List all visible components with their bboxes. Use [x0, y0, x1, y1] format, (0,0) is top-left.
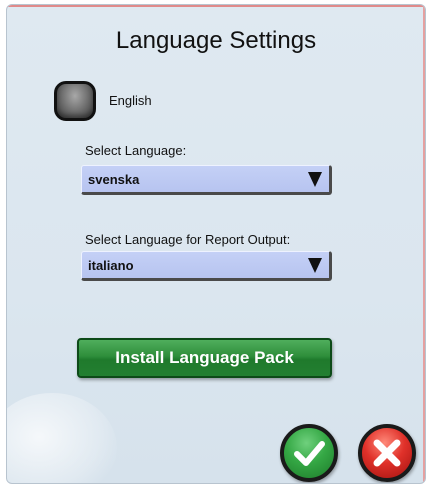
- chevron-down-icon: [308, 172, 322, 187]
- dialog-title: Language Settings: [115, 27, 317, 54]
- english-radio-button[interactable]: [54, 81, 96, 121]
- checkmark-icon: [294, 441, 325, 466]
- x-icon: [373, 439, 401, 467]
- language-dropdown[interactable]: svenska: [81, 165, 332, 195]
- window-border-right: [423, 5, 425, 483]
- cancel-button[interactable]: [358, 424, 416, 482]
- chevron-down-icon: [308, 258, 322, 273]
- english-radio-label: English: [109, 93, 152, 108]
- window-border-top: [7, 5, 425, 7]
- decorative-swoosh: [7, 393, 117, 483]
- language-dropdown-value: svenska: [88, 172, 140, 187]
- language-settings-dialog: Language Settings English Select Languag…: [6, 4, 426, 484]
- ok-button[interactable]: [280, 424, 338, 482]
- report-language-dropdown[interactable]: italiano: [81, 251, 332, 281]
- report-language-dropdown-value: italiano: [88, 258, 134, 273]
- install-language-pack-button[interactable]: Install Language Pack: [77, 338, 332, 378]
- select-language-label: Select Language:: [85, 143, 187, 158]
- report-language-label: Select Language for Report Output:: [85, 232, 291, 247]
